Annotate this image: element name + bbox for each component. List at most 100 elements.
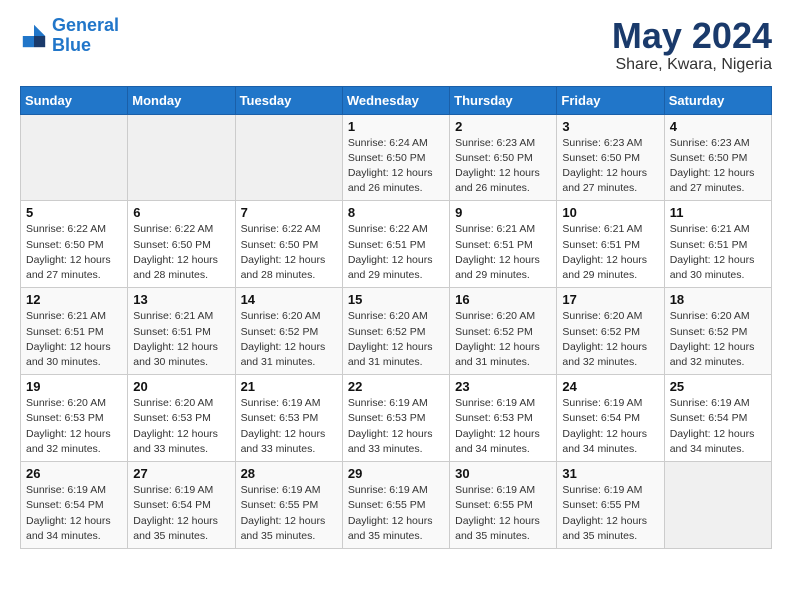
main-title: May 2024: [612, 16, 772, 56]
day-info: Sunrise: 6:23 AM Sunset: 6:50 PM Dayligh…: [455, 136, 551, 197]
day-number: 8: [348, 205, 444, 220]
weekday-header-cell: Friday: [557, 86, 664, 114]
day-number: 12: [26, 292, 122, 307]
day-number: 19: [26, 379, 122, 394]
day-number: 6: [133, 205, 229, 220]
calendar-day-cell: 3 Sunrise: 6:23 AM Sunset: 6:50 PM Daylig…: [557, 114, 664, 201]
calendar-day-cell: 14 Sunrise: 6:20 AM Sunset: 6:52 PM Dayli…: [235, 288, 342, 375]
weekday-header-cell: Saturday: [664, 86, 771, 114]
calendar-week-row: 19 Sunrise: 6:20 AM Sunset: 6:53 PM Dayli…: [21, 375, 772, 462]
weekday-header-cell: Wednesday: [342, 86, 449, 114]
day-info: Sunrise: 6:21 AM Sunset: 6:51 PM Dayligh…: [670, 222, 766, 283]
calendar-day-cell: 29 Sunrise: 6:19 AM Sunset: 6:55 PM Dayli…: [342, 462, 449, 549]
calendar-day-cell: 1Sunrise: 6:24 AM Sunset: 6:50 PM Daylig…: [342, 114, 449, 201]
day-number: 16: [455, 292, 551, 307]
day-number: 31: [562, 466, 658, 481]
day-info: Sunrise: 6:19 AM Sunset: 6:54 PM Dayligh…: [133, 483, 229, 544]
calendar-day-cell: 21 Sunrise: 6:19 AM Sunset: 6:53 PM Dayli…: [235, 375, 342, 462]
day-info: Sunrise: 6:20 AM Sunset: 6:52 PM Dayligh…: [455, 309, 551, 370]
weekday-header-cell: Sunday: [21, 86, 128, 114]
day-number: 28: [241, 466, 337, 481]
calendar-day-cell: 16 Sunrise: 6:20 AM Sunset: 6:52 PM Dayli…: [450, 288, 557, 375]
day-number: 2: [455, 119, 551, 134]
day-number: 20: [133, 379, 229, 394]
page-header: GeneralBlue May 2024 Share, Kwara, Niger…: [20, 16, 772, 74]
calendar-day-cell: 31 Sunrise: 6:19 AM Sunset: 6:55 PM Dayli…: [557, 462, 664, 549]
calendar-day-cell: 7Sunrise: 6:22 AM Sunset: 6:50 PM Daylig…: [235, 201, 342, 288]
calendar-day-cell: 9 Sunrise: 6:21 AM Sunset: 6:51 PM Daylig…: [450, 201, 557, 288]
day-info: Sunrise: 6:20 AM Sunset: 6:52 PM Dayligh…: [670, 309, 766, 370]
day-info: Sunrise: 6:23 AM Sunset: 6:50 PM Dayligh…: [562, 136, 658, 197]
day-number: 25: [670, 379, 766, 394]
day-info: Sunrise: 6:20 AM Sunset: 6:52 PM Dayligh…: [241, 309, 337, 370]
day-number: 13: [133, 292, 229, 307]
day-info: Sunrise: 6:19 AM Sunset: 6:53 PM Dayligh…: [348, 396, 444, 457]
day-number: 26: [26, 466, 122, 481]
calendar-day-cell: 23 Sunrise: 6:19 AM Sunset: 6:53 PM Dayli…: [450, 375, 557, 462]
day-info: Sunrise: 6:21 AM Sunset: 6:51 PM Dayligh…: [26, 309, 122, 370]
day-info: Sunrise: 6:20 AM Sunset: 6:52 PM Dayligh…: [562, 309, 658, 370]
day-number: 17: [562, 292, 658, 307]
calendar-day-cell: 26Sunrise: 6:19 AM Sunset: 6:54 PM Dayli…: [21, 462, 128, 549]
day-number: 29: [348, 466, 444, 481]
day-info: Sunrise: 6:19 AM Sunset: 6:55 PM Dayligh…: [562, 483, 658, 544]
day-number: 5: [26, 205, 122, 220]
day-info: Sunrise: 6:19 AM Sunset: 6:55 PM Dayligh…: [348, 483, 444, 544]
logo: GeneralBlue: [20, 16, 119, 56]
day-number: 11: [670, 205, 766, 220]
calendar-day-cell: 27 Sunrise: 6:19 AM Sunset: 6:54 PM Dayli…: [128, 462, 235, 549]
day-info: Sunrise: 6:20 AM Sunset: 6:53 PM Dayligh…: [133, 396, 229, 457]
day-info: Sunrise: 6:20 AM Sunset: 6:52 PM Dayligh…: [348, 309, 444, 370]
day-number: 3: [562, 119, 658, 134]
subtitle: Share, Kwara, Nigeria: [612, 56, 772, 74]
day-number: 4: [670, 119, 766, 134]
day-info: Sunrise: 6:19 AM Sunset: 6:53 PM Dayligh…: [241, 396, 337, 457]
day-info: Sunrise: 6:21 AM Sunset: 6:51 PM Dayligh…: [455, 222, 551, 283]
day-number: 15: [348, 292, 444, 307]
calendar-day-cell: 10 Sunrise: 6:21 AM Sunset: 6:51 PM Dayli…: [557, 201, 664, 288]
day-number: 1: [348, 119, 444, 134]
day-number: 10: [562, 205, 658, 220]
day-number: 7: [241, 205, 337, 220]
calendar-day-cell: 18 Sunrise: 6:20 AM Sunset: 6:52 PM Dayli…: [664, 288, 771, 375]
weekday-header-row: SundayMondayTuesdayWednesdayThursdayFrid…: [21, 86, 772, 114]
day-number: 21: [241, 379, 337, 394]
day-number: 22: [348, 379, 444, 394]
calendar-week-row: 1Sunrise: 6:24 AM Sunset: 6:50 PM Daylig…: [21, 114, 772, 201]
calendar-day-cell: 28Sunrise: 6:19 AM Sunset: 6:55 PM Dayli…: [235, 462, 342, 549]
calendar-day-cell: 30Sunrise: 6:19 AM Sunset: 6:55 PM Dayli…: [450, 462, 557, 549]
calendar-body: 1Sunrise: 6:24 AM Sunset: 6:50 PM Daylig…: [21, 114, 772, 548]
day-info: Sunrise: 6:22 AM Sunset: 6:50 PM Dayligh…: [26, 222, 122, 283]
day-number: 9: [455, 205, 551, 220]
calendar-day-cell: 15 Sunrise: 6:20 AM Sunset: 6:52 PM Dayli…: [342, 288, 449, 375]
day-number: 18: [670, 292, 766, 307]
calendar-day-cell: [664, 462, 771, 549]
calendar-table: SundayMondayTuesdayWednesdayThursdayFrid…: [20, 86, 772, 549]
day-info: Sunrise: 6:22 AM Sunset: 6:50 PM Dayligh…: [133, 222, 229, 283]
logo-icon: [20, 22, 48, 50]
calendar-day-cell: 25Sunrise: 6:19 AM Sunset: 6:54 PM Dayli…: [664, 375, 771, 462]
calendar-day-cell: 20 Sunrise: 6:20 AM Sunset: 6:53 PM Dayli…: [128, 375, 235, 462]
weekday-header-cell: Thursday: [450, 86, 557, 114]
calendar-day-cell: [235, 114, 342, 201]
calendar-day-cell: 4 Sunrise: 6:23 AM Sunset: 6:50 PM Daylig…: [664, 114, 771, 201]
calendar-day-cell: 13Sunrise: 6:21 AM Sunset: 6:51 PM Dayli…: [128, 288, 235, 375]
calendar-day-cell: 11 Sunrise: 6:21 AM Sunset: 6:51 PM Dayli…: [664, 201, 771, 288]
day-info: Sunrise: 6:20 AM Sunset: 6:53 PM Dayligh…: [26, 396, 122, 457]
weekday-header-cell: Tuesday: [235, 86, 342, 114]
calendar-day-cell: 6 Sunrise: 6:22 AM Sunset: 6:50 PM Daylig…: [128, 201, 235, 288]
day-number: 14: [241, 292, 337, 307]
calendar-week-row: 26 Sunrise: 6:19 AM Sunset: 6:54 PM Dayli…: [21, 462, 772, 549]
day-info: Sunrise: 6:23 AM Sunset: 6:50 PM Dayligh…: [670, 136, 766, 197]
day-number: 23: [455, 379, 551, 394]
day-info: Sunrise: 6:19 AM Sunset: 6:55 PM Dayligh…: [455, 483, 551, 544]
logo-text: GeneralBlue: [52, 16, 119, 56]
calendar-day-cell: 12 Sunrise: 6:21 AM Sunset: 6:51 PM Dayli…: [21, 288, 128, 375]
calendar-day-cell: [128, 114, 235, 201]
day-info: Sunrise: 6:21 AM Sunset: 6:51 PM Dayligh…: [562, 222, 658, 283]
calendar-week-row: 12 Sunrise: 6:21 AM Sunset: 6:51 PM Dayli…: [21, 288, 772, 375]
day-info: Sunrise: 6:19 AM Sunset: 6:53 PM Dayligh…: [455, 396, 551, 457]
day-number: 27: [133, 466, 229, 481]
day-number: 24: [562, 379, 658, 394]
title-block: May 2024 Share, Kwara, Nigeria: [612, 16, 772, 74]
